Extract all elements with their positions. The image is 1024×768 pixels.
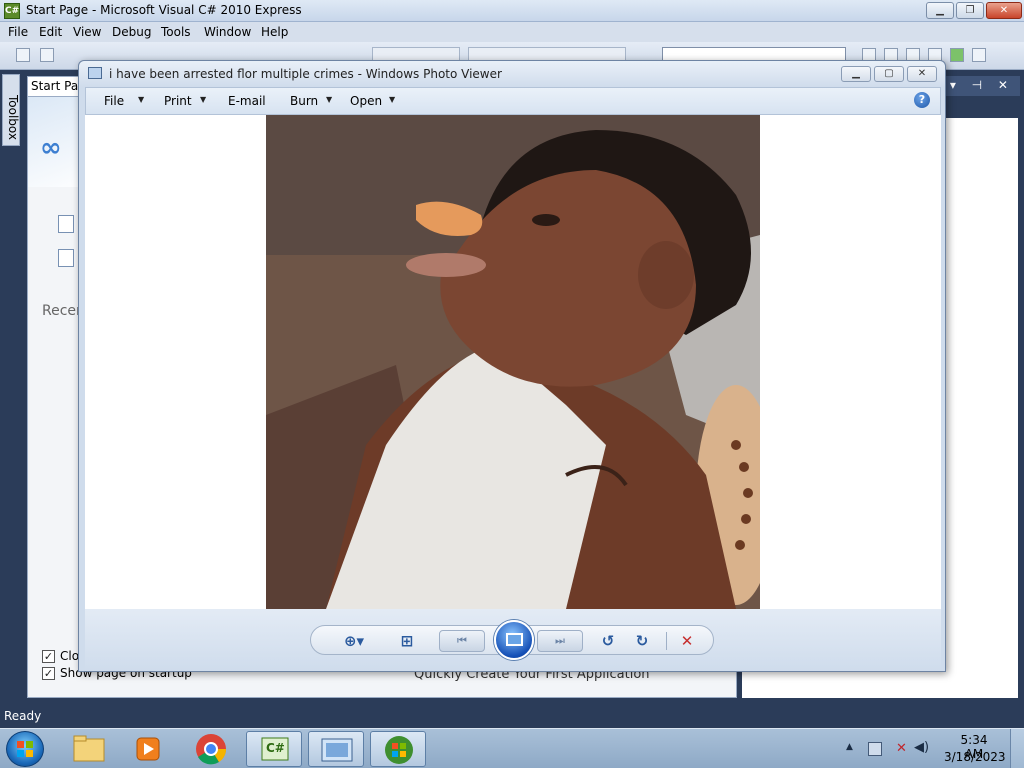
rotate-counterclockwise-icon[interactable]: ↺	[598, 632, 618, 650]
photo-viewer-window: i have been arrested flor multiple crime…	[78, 60, 946, 672]
close-page-checkbox[interactable]: ✓	[42, 650, 55, 663]
slideshow-icon	[506, 633, 523, 646]
previous-button[interactable]: ⏮	[439, 630, 485, 652]
vs-titlebar: C# Start Page - Microsoft Visual C# 2010…	[0, 0, 1024, 22]
taskbar-visual-csharp[interactable]: C#	[246, 731, 302, 767]
visual-studio-logo-icon: ∞	[40, 133, 62, 163]
windows-update-icon	[385, 736, 413, 764]
show-desktop-button[interactable]	[1010, 729, 1024, 768]
pv-menu-burn[interactable]: Burn	[290, 94, 318, 108]
pv-menu-email[interactable]: E-mail	[228, 94, 266, 108]
show-on-startup-checkbox[interactable]: ✓	[42, 667, 55, 680]
media-player-icon	[136, 737, 160, 761]
menu-edit[interactable]: Edit	[39, 25, 62, 39]
control-separator	[666, 632, 667, 650]
pv-menu-print[interactable]: Print	[164, 94, 192, 108]
toolbox-label: Toolbox	[6, 95, 20, 140]
photo-viewer-icon	[321, 738, 353, 762]
help-icon[interactable]: ?	[914, 92, 930, 108]
taskbar-media-player[interactable]	[120, 731, 176, 767]
chevron-down-icon[interactable]: ▼	[138, 95, 144, 104]
zoom-icon[interactable]: ⊕▾	[337, 632, 371, 650]
photo-viewer-controls: ⊕▾ ⊞ ⏮ ⏭ ↺ ↻ ✕	[85, 609, 941, 671]
menu-file[interactable]: File	[8, 25, 28, 39]
clock-date[interactable]: 3/18/2023	[944, 750, 1006, 764]
visual-csharp-icon: C#	[4, 3, 20, 19]
control-bar: ⊕▾ ⊞ ⏮ ⏭ ↺ ↻ ✕	[310, 620, 714, 660]
actual-size-icon[interactable]: ⊞	[397, 632, 417, 650]
show-hidden-icons-icon[interactable]: ▲	[846, 742, 853, 752]
toolbox-strip: Toolbox	[0, 72, 22, 704]
chevron-down-icon[interactable]: ▼	[389, 95, 395, 104]
vs-minimize-button[interactable]: ▁	[926, 2, 954, 19]
action-center-icon[interactable]	[868, 742, 882, 756]
taskbar: C# ▲ ✕ ◀) 5:34 AM 3/18/2023	[0, 728, 1024, 768]
delete-icon[interactable]: ✕	[677, 632, 697, 650]
taskbar-chrome[interactable]	[183, 731, 239, 767]
pv-menu-open[interactable]: Open	[350, 94, 382, 108]
status-text: Ready	[4, 709, 42, 723]
extension-manager-icon[interactable]	[972, 48, 986, 62]
start-button[interactable]	[6, 731, 44, 767]
pv-menu-file[interactable]: File	[104, 94, 124, 108]
photo-viewer-maximize-button[interactable]: ▢	[874, 66, 904, 82]
csharp-label: C#	[266, 741, 285, 755]
vs-window-title: Start Page - Microsoft Visual C# 2010 Ex…	[26, 3, 302, 17]
photo-viewer-title: i have been arrested flor multiple crime…	[109, 67, 502, 81]
rotate-clockwise-icon[interactable]: ↻	[632, 632, 652, 650]
displayed-photo	[266, 115, 760, 609]
explorer-icon	[73, 735, 105, 762]
photo-viewer-app-icon	[88, 67, 102, 79]
menu-tools[interactable]: Tools	[161, 25, 191, 39]
menu-window[interactable]: Window	[204, 25, 251, 39]
photo-viewer-menubar: File ▼ Print ▼ E-mail Burn ▼ Open ▼ ?	[85, 87, 941, 115]
vs-statusbar: Ready	[0, 706, 1024, 728]
menu-debug[interactable]: Debug	[112, 25, 151, 39]
taskbar-explorer[interactable]	[60, 731, 116, 767]
menu-help[interactable]: Help	[261, 25, 288, 39]
close-page-label: Clo	[60, 649, 80, 663]
photo-canvas	[85, 115, 941, 609]
open-project-link-icon[interactable]	[58, 249, 74, 267]
right-panel-controls[interactable]: ▾ ⊣ ✕	[950, 78, 1014, 92]
taskbar-photo-viewer[interactable]	[308, 731, 364, 767]
taskbar-windows-update[interactable]	[370, 731, 426, 767]
menu-view[interactable]: View	[73, 25, 101, 39]
photo-viewer-close-button[interactable]: ✕	[907, 66, 937, 82]
start-page-icon[interactable]	[950, 48, 964, 62]
photo-viewer-minimize-button[interactable]: ▁	[841, 66, 871, 82]
new-project-icon[interactable]	[16, 48, 30, 62]
vs-close-button[interactable]: ✕	[986, 2, 1022, 19]
chevron-down-icon[interactable]: ▼	[200, 95, 206, 104]
add-item-icon[interactable]	[40, 48, 54, 62]
vs-menubar: File Edit View Debug Tools Window Help	[0, 22, 1024, 42]
photo-viewer-titlebar: i have been arrested flor multiple crime…	[79, 61, 945, 87]
network-disconnected-icon[interactable]: ✕	[896, 741, 907, 756]
volume-icon[interactable]: ◀)	[914, 740, 929, 755]
next-button[interactable]: ⏭	[537, 630, 583, 652]
vs-restore-button[interactable]: ❐	[956, 2, 984, 19]
toolbox-tab[interactable]: Toolbox	[2, 74, 20, 146]
new-project-link-icon[interactable]	[58, 215, 74, 233]
slideshow-button[interactable]	[494, 620, 534, 660]
windows-logo-icon	[17, 741, 33, 757]
chevron-down-icon[interactable]: ▼	[326, 95, 332, 104]
tab-start-page[interactable]: Start Page	[27, 76, 82, 96]
chrome-icon	[196, 734, 227, 765]
